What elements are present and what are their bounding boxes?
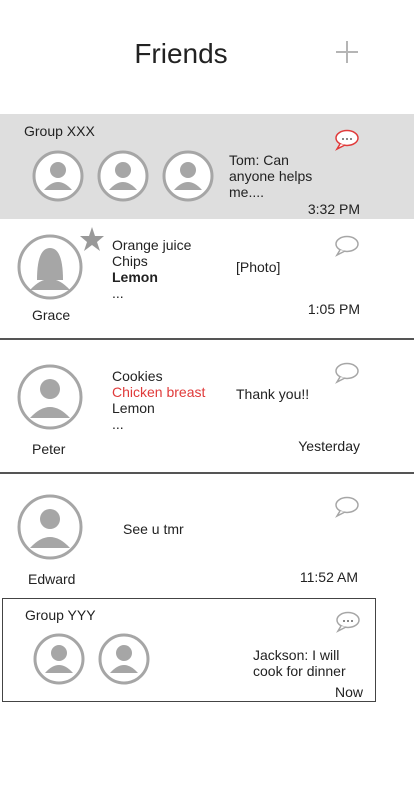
contact-name: Peter — [32, 441, 66, 457]
last-message: Tom: Can anyone helps me.... — [229, 152, 313, 200]
plus-icon — [336, 41, 358, 63]
timestamp: Now — [334, 684, 363, 700]
last-message: [Photo] — [236, 259, 281, 275]
chat-row-peter[interactable]: Peter Cookies Chicken breast Lemon ... T… — [0, 340, 414, 474]
chat-bubble-icon[interactable] — [334, 235, 360, 257]
avatar — [33, 633, 85, 685]
last-message: Thank you!! — [236, 386, 310, 402]
timestamp: 1:05 PM — [307, 301, 360, 317]
last-message: See u tmr — [123, 521, 184, 537]
avatar — [97, 150, 149, 202]
timestamp: Yesterday — [298, 438, 360, 454]
last-message: Jackson: I will cook for dinner — [253, 647, 346, 679]
chat-bubble-icon[interactable] — [334, 362, 360, 384]
shopping-list: Orange juice Chips Lemon ... — [112, 237, 192, 301]
chat-bubble-icon[interactable] — [334, 496, 360, 518]
contact-name: Edward — [28, 571, 76, 587]
star-icon — [80, 227, 104, 251]
chat-row-grace[interactable]: Grace Orange juice Chips Lemon ... [Phot… — [0, 220, 414, 340]
page-title: Friends — [134, 38, 228, 69]
chat-row-group-yyy[interactable]: Group YYY Jackson: I will cook for dinne… — [2, 598, 376, 702]
timestamp: 3:32 PM — [307, 201, 360, 217]
timestamp: 11:52 AM — [299, 569, 358, 585]
avatar — [17, 234, 83, 300]
chat-bubble-dots-icon[interactable] — [335, 611, 361, 633]
chat-row-edward[interactable]: Edward See u tmr 11:52 AM — [0, 474, 414, 596]
add-friend-button[interactable] — [333, 38, 361, 66]
avatar — [32, 150, 84, 202]
group-title: Group XXX — [24, 123, 95, 139]
avatar — [17, 494, 83, 560]
chat-bubble-dots-icon[interactable] — [334, 129, 360, 151]
avatar — [17, 364, 83, 430]
group-title: Group YYY — [25, 607, 96, 623]
shopping-list: Cookies Chicken breast Lemon ... — [112, 368, 206, 432]
contact-name: Grace — [32, 307, 71, 323]
avatar — [98, 633, 150, 685]
chat-row-group-xxx[interactable]: Group XXX Tom: Can anyone helps me.... 3… — [0, 114, 414, 219]
avatar — [162, 150, 214, 202]
